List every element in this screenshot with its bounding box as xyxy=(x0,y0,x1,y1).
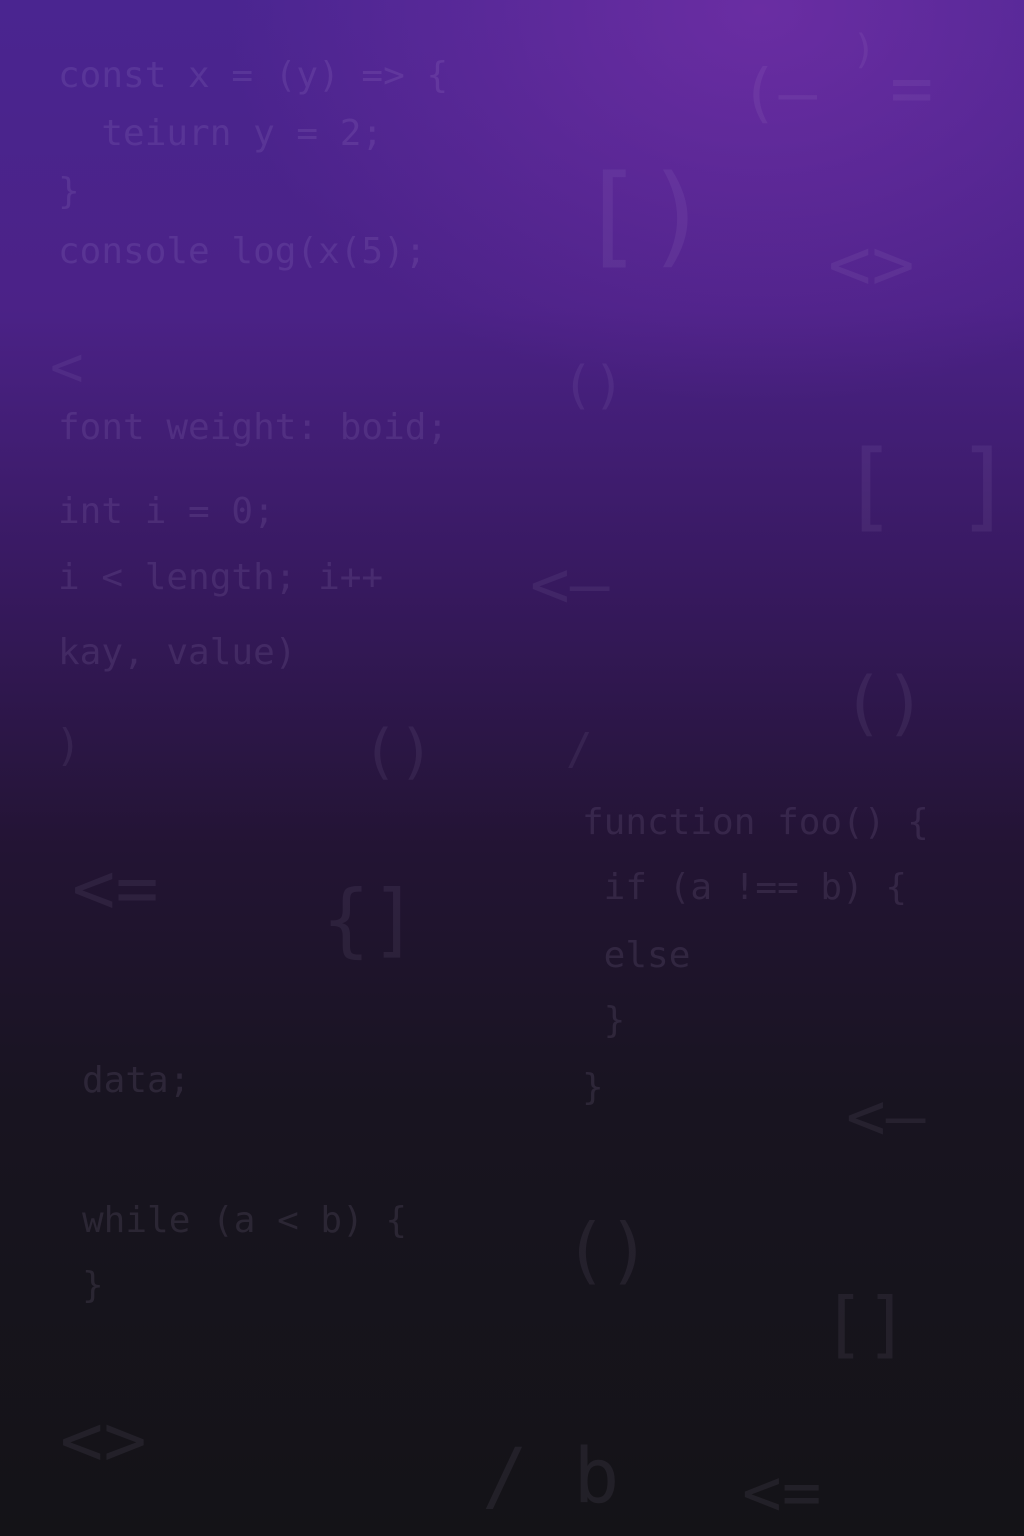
decorative-glyph: <— xyxy=(846,1078,926,1155)
code-line: function foo() { xyxy=(582,802,929,843)
code-line: console log(x(5); xyxy=(58,231,427,272)
decorative-glyph: (— xyxy=(740,57,818,131)
decorative-glyph: () xyxy=(362,717,435,787)
decorative-glyph: () xyxy=(842,662,927,744)
decorative-glyph: <= xyxy=(742,1454,822,1531)
decorative-glyph: () xyxy=(562,356,625,416)
code-line: i < length; i++ xyxy=(58,557,384,598)
decorative-glyph: <= xyxy=(72,846,159,930)
decorative-glyph: [ ] xyxy=(840,430,1014,542)
code-line: kay, value) xyxy=(58,632,297,673)
decorative-glyph: () xyxy=(564,1208,651,1292)
code-line: data; xyxy=(82,1060,191,1101)
code-line: font weight: boid; xyxy=(58,407,449,448)
decorative-glyph: [) xyxy=(578,151,711,279)
decorative-glyph: / b xyxy=(482,1431,620,1520)
code-line: } xyxy=(58,171,80,212)
decorative-glyph: {] xyxy=(322,873,419,966)
code-line: int i = 0; xyxy=(58,491,275,532)
decorative-glyph: <— xyxy=(530,546,610,623)
code-line: const x = (y) => { xyxy=(58,55,449,96)
code-line: while (a < b) { xyxy=(82,1200,408,1241)
decorative-glyph: < xyxy=(50,335,84,400)
decorative-glyph: / xyxy=(566,724,593,775)
decorative-glyph: <> xyxy=(828,222,915,306)
decorative-glyph: ) xyxy=(852,27,877,73)
decorative-glyph: [] xyxy=(822,1282,909,1366)
code-line: if (a !== b) { xyxy=(582,867,908,908)
decorative-glyph: ) xyxy=(55,720,82,771)
code-line: } xyxy=(582,1067,604,1108)
code-line: } xyxy=(582,1000,626,1041)
decorative-glyph: = xyxy=(890,46,934,130)
code-line: teiurn y = 2; xyxy=(58,113,384,154)
code-line: else xyxy=(582,935,691,976)
code-line: } xyxy=(82,1265,104,1306)
decorative-glyph: <> xyxy=(60,1398,147,1482)
